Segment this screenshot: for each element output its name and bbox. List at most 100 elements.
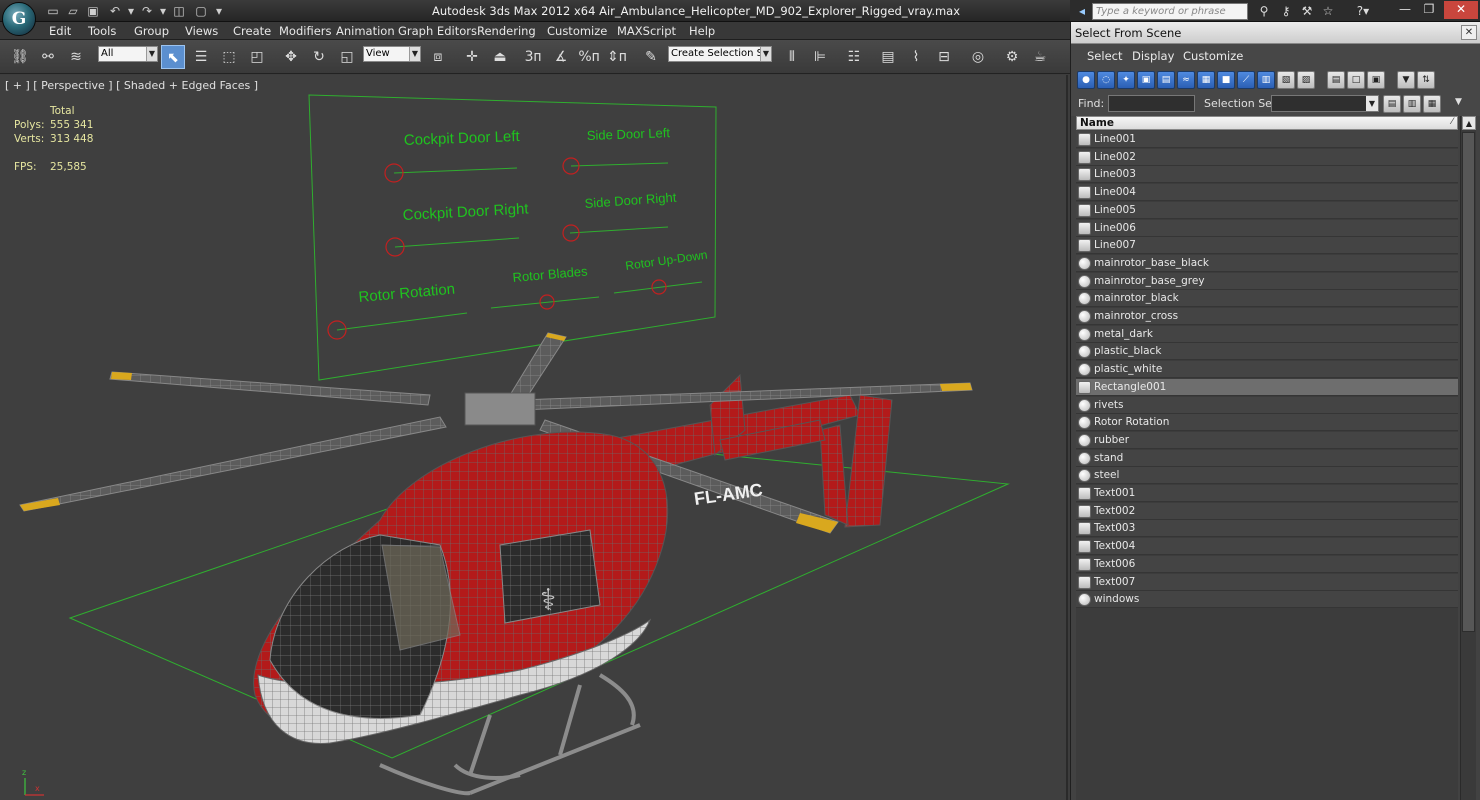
project-folder-icon[interactable]: ▢ (192, 3, 210, 19)
menu-edit[interactable]: Edit (49, 24, 71, 38)
binoculars-icon[interactable]: ⚲ (1255, 3, 1273, 19)
unlink-icon[interactable]: ⚯ (36, 45, 60, 69)
menu-help[interactable]: Help (689, 24, 715, 38)
list-item[interactable]: plastic_black (1076, 343, 1458, 360)
curve-editor-icon[interactable]: ⌇ (904, 45, 928, 69)
spinner-snap-icon[interactable]: ⇕ᴨ (605, 45, 629, 69)
link-icon[interactable]: ⛓ (8, 45, 32, 69)
menu-views[interactable]: Views (185, 24, 218, 38)
create-selection-set-icon[interactable]: ▤ (1383, 95, 1401, 113)
list-item[interactable]: steel (1076, 467, 1458, 484)
dialog-close-icon[interactable]: ✕ (1461, 25, 1477, 40)
list-item[interactable]: Text006 (1076, 556, 1458, 573)
list-item[interactable]: mainrotor_black (1076, 290, 1458, 307)
list-item[interactable]: rivets (1076, 397, 1458, 414)
display-none-icon[interactable]: □ (1347, 71, 1365, 89)
display-containers-icon[interactable]: ▥ (1257, 71, 1275, 89)
bind-space-warp-icon[interactable]: ≋ (64, 45, 88, 69)
select-scale-icon[interactable]: ◱ (335, 45, 359, 69)
subscription-key-icon[interactable]: ⚷ (1277, 3, 1295, 19)
menu-customize[interactable]: Customize (547, 24, 607, 38)
list-item[interactable]: metal_dark (1076, 326, 1458, 343)
dialog-menu-display[interactable]: Display (1132, 49, 1174, 63)
align-icon[interactable]: ⊫ (808, 45, 832, 69)
help-search-input[interactable]: Type a keyword or phrase (1092, 3, 1248, 20)
select-move-icon[interactable]: ✥ (279, 45, 303, 69)
select-object-icon[interactable]: ⬉ (161, 45, 185, 69)
list-item[interactable]: Text001 (1076, 485, 1458, 502)
expand-options-icon[interactable]: ▼ (1455, 97, 1462, 107)
list-item[interactable]: Line003 (1076, 166, 1458, 183)
display-groups-icon[interactable]: ▦ (1197, 71, 1215, 89)
menu-tools[interactable]: Tools (88, 24, 116, 38)
list-item[interactable]: windows (1076, 591, 1458, 608)
selection-filter-dropdown[interactable]: All ▼ (98, 46, 158, 62)
help-icon[interactable]: ?▾ (1350, 3, 1376, 19)
perspective-viewport[interactable]: Cockpit Door Left Side Door Left Cockpit… (0, 75, 1068, 800)
list-item[interactable]: Line005 (1076, 202, 1458, 219)
list-item[interactable]: Text007 (1076, 574, 1458, 591)
expand-arrow-icon[interactable]: ◂ (1073, 3, 1091, 19)
restore-icon[interactable]: ❐ (1416, 1, 1442, 19)
list-item[interactable]: Text002 (1076, 503, 1458, 520)
minimize-icon[interactable]: — (1392, 1, 1418, 19)
menu-group[interactable]: Group (134, 24, 169, 38)
display-helpers-icon[interactable]: ▤ (1157, 71, 1175, 89)
pivot-center-icon[interactable]: ⧈ (426, 45, 450, 69)
display-frozen-icon[interactable]: ▧ (1277, 71, 1295, 89)
list-item[interactable]: mainrotor_cross (1076, 308, 1458, 325)
delete-selection-set-icon[interactable]: ▦ (1423, 95, 1441, 113)
favorites-star-icon[interactable]: ☆ (1319, 3, 1337, 19)
schematic-view-icon[interactable]: ⊟ (932, 45, 956, 69)
display-bones-icon[interactable]: ⟋ (1237, 71, 1255, 89)
display-all-icon[interactable]: ▤ (1327, 71, 1345, 89)
angle-snap-icon[interactable]: ∡ (549, 45, 573, 69)
render-setup-icon[interactable]: ⚙ (1000, 45, 1024, 69)
display-lights-icon[interactable]: ✦ (1117, 71, 1135, 89)
select-rotate-icon[interactable]: ↻ (307, 45, 331, 69)
menu-graph-editors[interactable]: Graph Editors (398, 24, 477, 38)
percent-snap-icon[interactable]: %ᴨ (577, 45, 601, 69)
scroll-up-icon[interactable]: ▲ (1462, 116, 1476, 130)
display-xrefs-icon[interactable]: ■ (1217, 71, 1235, 89)
list-item[interactable]: Rectangle001 (1076, 379, 1458, 396)
keyboard-shortcut-override-icon[interactable]: ⏏ (488, 45, 512, 69)
filter-funnel-icon[interactable]: ▼ (1397, 71, 1415, 89)
list-item[interactable]: Rotor Rotation (1076, 414, 1458, 431)
render-teapot-icon[interactable]: ☕ (1028, 45, 1052, 69)
reference-coordinate-dropdown[interactable]: View ▼ (363, 46, 421, 62)
dialog-title-bar[interactable]: Select From Scene ✕ (1071, 22, 1480, 44)
display-cameras-icon[interactable]: ▣ (1137, 71, 1155, 89)
list-item[interactable]: mainrotor_base_black (1076, 255, 1458, 272)
communication-center-icon[interactable]: ⚒ (1298, 3, 1316, 19)
display-shapes-icon[interactable]: ◌ (1097, 71, 1115, 89)
column-header-name[interactable]: Name ⁄ (1076, 116, 1458, 130)
menu-maxscript[interactable]: MAXScript (617, 24, 676, 38)
list-item[interactable]: mainrotor_base_grey (1076, 273, 1458, 290)
new-file-icon[interactable]: ▭ (44, 3, 62, 19)
save-file-icon[interactable]: ▣ (84, 3, 102, 19)
hold-icon[interactable]: ◫ (170, 3, 188, 19)
list-item[interactable]: Line007 (1076, 237, 1458, 254)
list-item[interactable]: Text004 (1076, 538, 1458, 555)
selection-set-dropdown[interactable]: ▼ (1271, 95, 1379, 112)
open-file-icon[interactable]: ▱ (64, 3, 82, 19)
dialog-menu-select[interactable]: Select (1087, 49, 1122, 63)
quick-access-menu-icon[interactable]: ▾ (210, 3, 228, 19)
select-manipulate-icon[interactable]: ✛ (460, 45, 484, 69)
display-invert-icon[interactable]: ▣ (1367, 71, 1385, 89)
list-item[interactable]: Line001 (1076, 131, 1458, 148)
list-item[interactable]: Line006 (1076, 220, 1458, 237)
display-geometry-icon[interactable]: ● (1077, 71, 1095, 89)
list-item[interactable]: Text003 (1076, 520, 1458, 537)
find-input[interactable] (1108, 95, 1195, 112)
graphite-ribbon-icon[interactable]: ▤ (876, 45, 900, 69)
application-menu-button[interactable]: G (2, 2, 36, 36)
named-selection-set-dropdown[interactable]: Create Selection Se ▼ (668, 46, 772, 62)
list-item[interactable]: stand (1076, 450, 1458, 467)
list-scrollbar[interactable]: ▲ (1460, 116, 1476, 800)
list-item[interactable]: plastic_white (1076, 361, 1458, 378)
menu-create[interactable]: Create (233, 24, 271, 38)
mirror-icon[interactable]: ⫴ (780, 45, 804, 69)
window-crossing-icon[interactable]: ◰ (245, 45, 269, 69)
